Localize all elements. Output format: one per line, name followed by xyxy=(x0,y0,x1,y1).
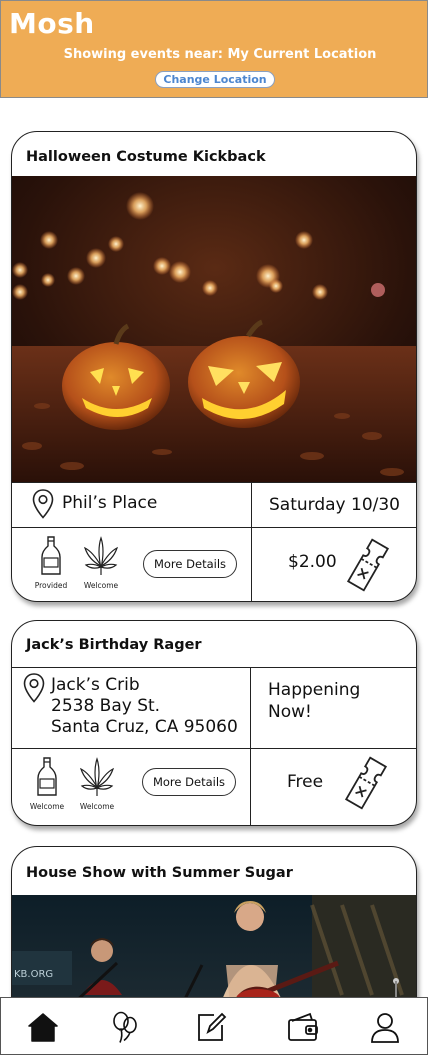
edit-icon[interactable] xyxy=(194,1010,228,1044)
bottom-nav xyxy=(0,997,428,1055)
divider xyxy=(12,482,416,483)
more-details-button[interactable]: More Details xyxy=(143,550,237,578)
alcohol-amenity: Provided xyxy=(29,536,73,590)
alcohol-amenity: Welcome xyxy=(25,757,69,811)
profile-icon[interactable] xyxy=(368,1010,402,1044)
bottle-icon xyxy=(41,536,61,575)
event-title: Jack’s Birthday Rager xyxy=(26,637,202,653)
wallet-icon[interactable] xyxy=(286,1010,320,1044)
event-card[interactable]: Halloween Costume Kickback Phil’s Place … xyxy=(11,131,417,602)
more-details-button[interactable]: More Details xyxy=(142,768,236,796)
event-photo xyxy=(12,176,416,482)
event-card[interactable]: Jack’s Birthday Rager Jack’s Crib 2538 B… xyxy=(11,620,417,826)
home-icon[interactable] xyxy=(26,1010,60,1044)
cannabis-leaf-icon xyxy=(83,536,119,575)
cannabis-amenity: Welcome xyxy=(79,536,123,590)
ticket-icon xyxy=(346,538,390,592)
location-pin-icon xyxy=(32,489,54,519)
event-date: Saturday 10/30 xyxy=(269,495,401,515)
app-logo: Mosh xyxy=(9,7,95,40)
balloons-icon[interactable] xyxy=(108,1010,142,1044)
divider xyxy=(12,748,416,749)
divider xyxy=(250,667,251,825)
event-price: $2.00 xyxy=(288,552,337,572)
divider xyxy=(12,527,416,528)
svg-text:KB.ORG: KB.ORG xyxy=(14,969,53,980)
app-screen: Mosh Showing events near: My Current Loc… xyxy=(0,0,428,1055)
bottle-icon xyxy=(37,757,57,796)
divider xyxy=(251,482,252,601)
location-pin-icon xyxy=(23,673,45,703)
cannabis-leaf-icon xyxy=(79,757,115,796)
ticket-icon xyxy=(344,756,388,810)
location-text: Showing events near: My Current Location xyxy=(63,47,377,62)
event-title: Halloween Costume Kickback xyxy=(26,149,266,165)
event-time: Happening Now! xyxy=(268,680,361,722)
divider xyxy=(12,667,416,668)
event-title: House Show with Summer Sugar xyxy=(26,865,293,881)
header: Mosh Showing events near: My Current Loc… xyxy=(0,0,428,98)
venue-name: Phil’s Place xyxy=(62,493,158,513)
change-location-button[interactable]: Change Location xyxy=(155,71,275,88)
event-price: Free xyxy=(287,772,324,792)
venue-address: Jack’s Crib 2538 Bay St. Santa Cruz, CA … xyxy=(51,675,238,737)
cannabis-amenity: Welcome xyxy=(75,757,119,811)
